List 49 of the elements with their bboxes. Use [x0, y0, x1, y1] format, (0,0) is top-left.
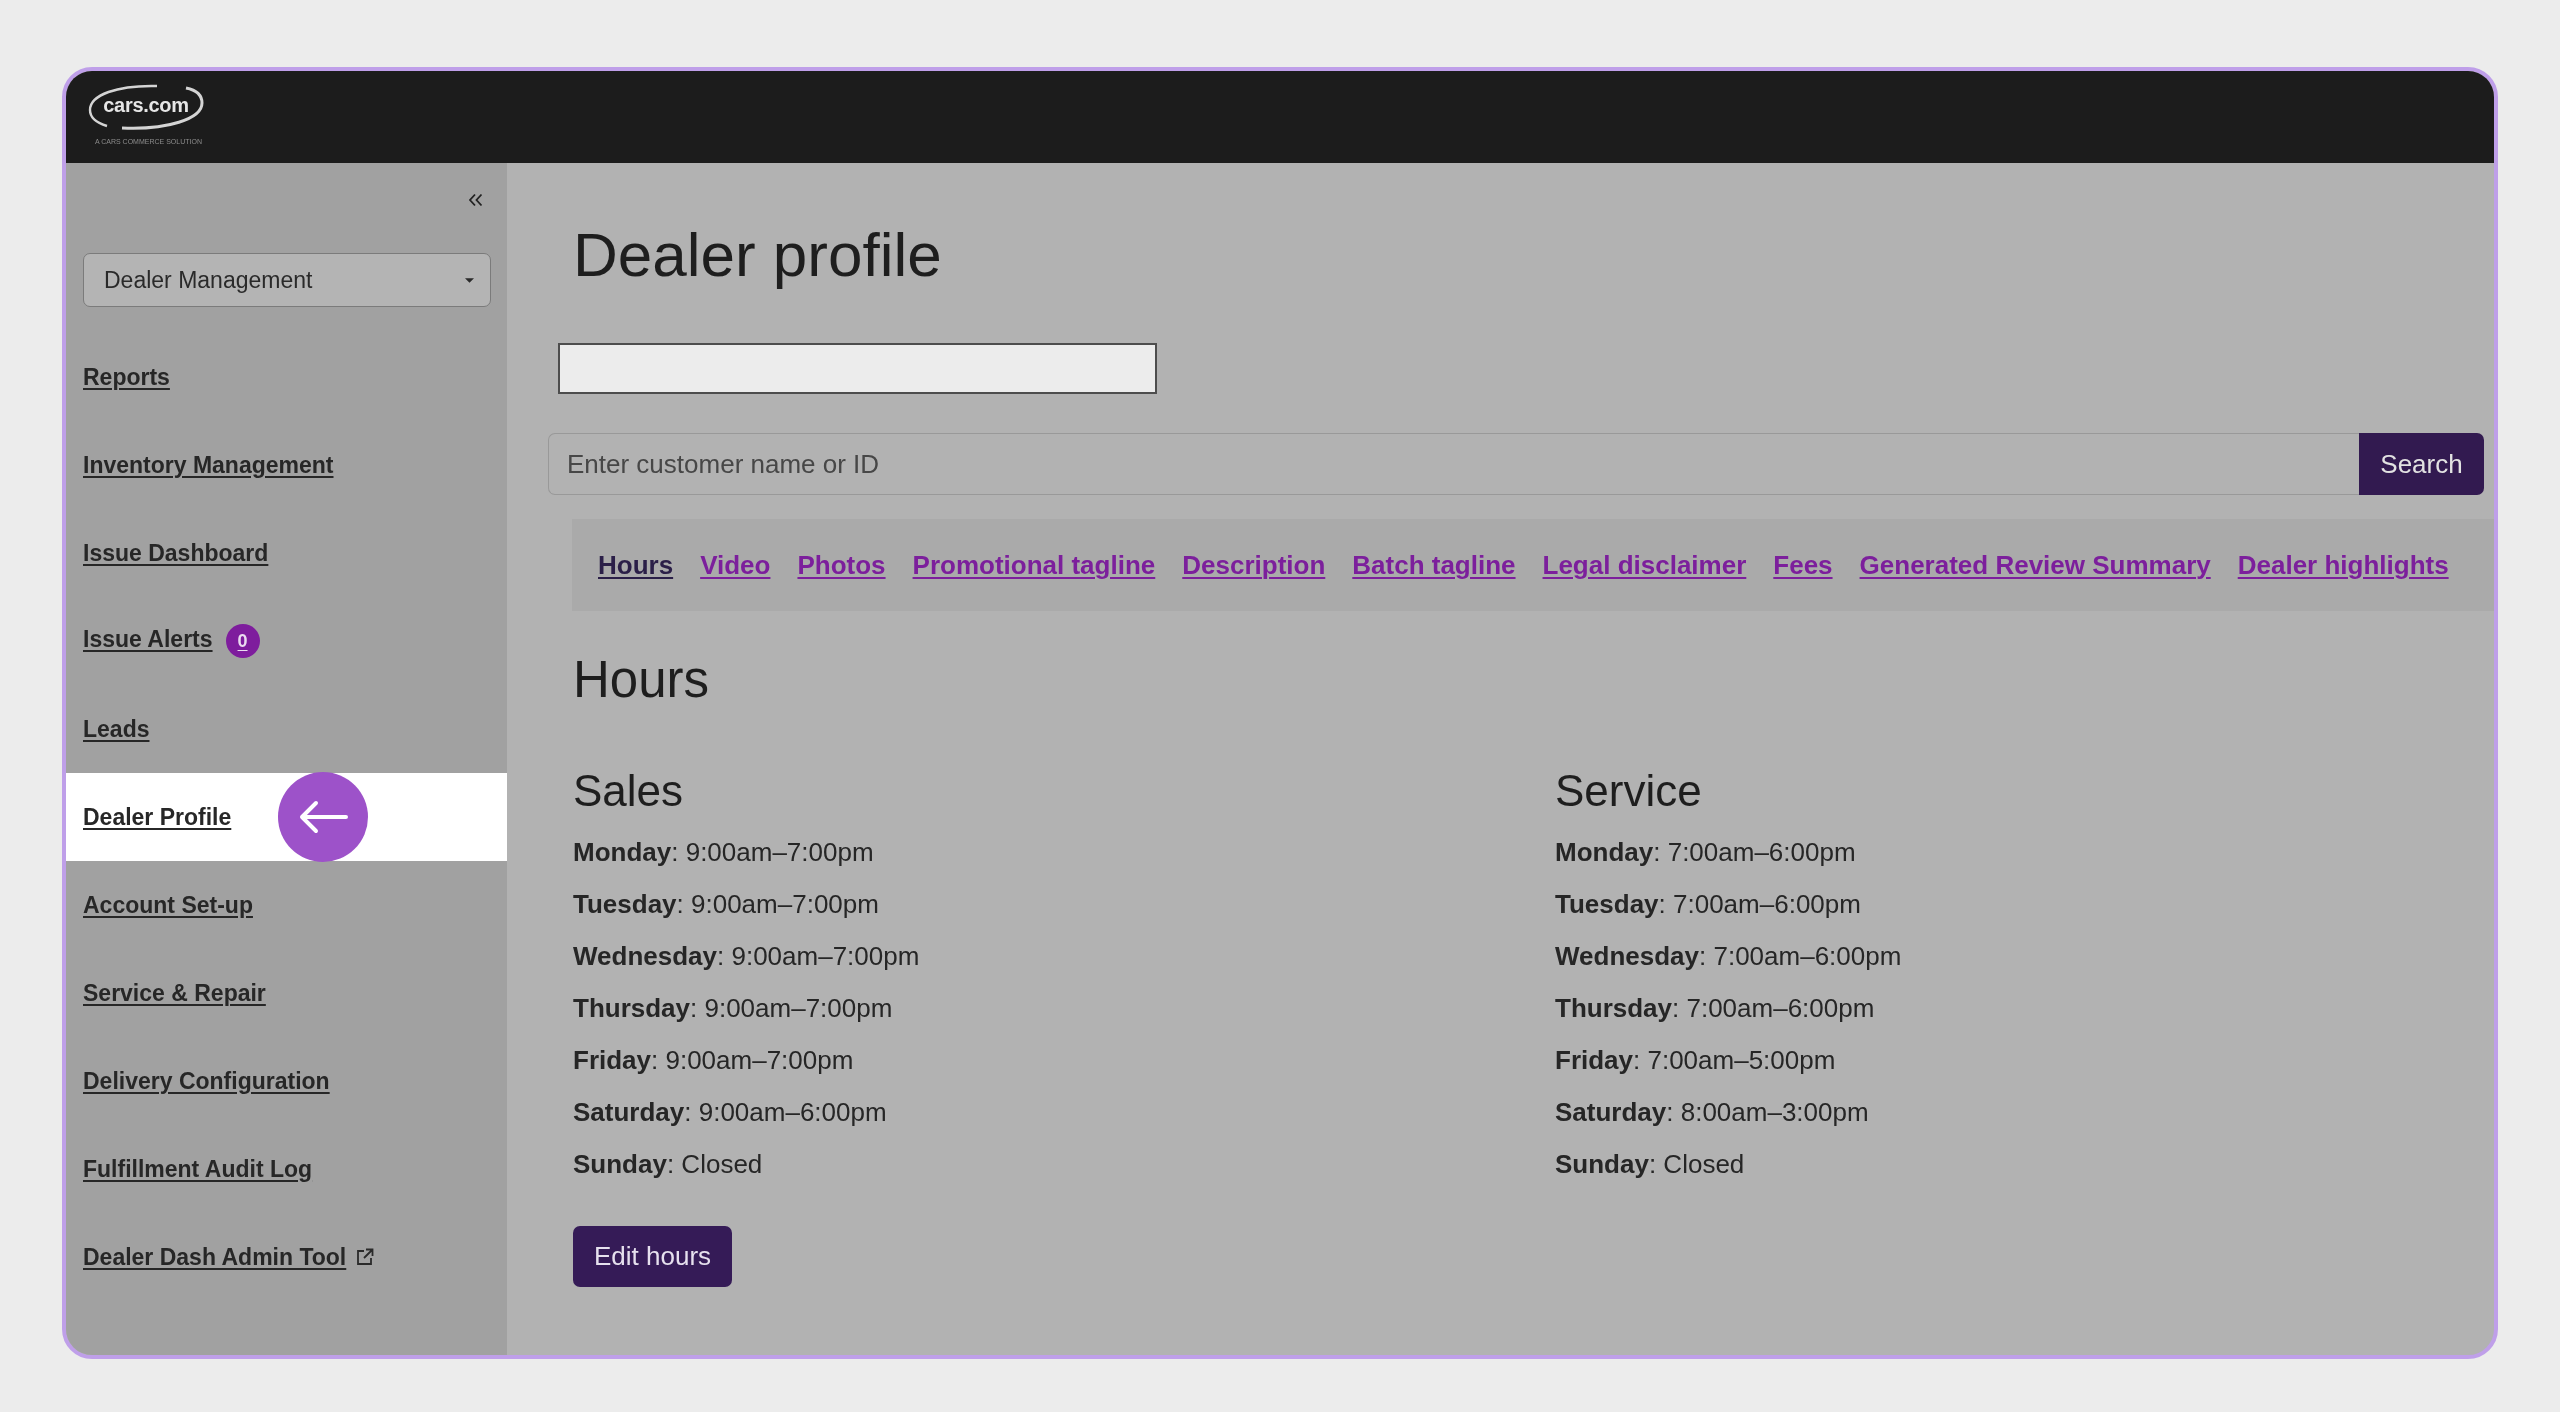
sidebar-link[interactable]: Issue Dashboard: [83, 539, 269, 567]
sidebar-link[interactable]: Issue Alerts 0: [83, 624, 260, 658]
alert-count-badge: 0: [225, 624, 260, 658]
tab[interactable]: Video: [700, 549, 771, 581]
tab[interactable]: Generated Review Summary: [1859, 549, 2211, 581]
hours-line: Saturday: 9:00am–6:00pm: [573, 1096, 888, 1129]
dropdown[interactable]: Dealer Management: [83, 253, 491, 307]
double-chevron-left-icon[interactable]: [468, 193, 483, 207]
hours-line: Monday: 7:00am–6:00pm: [1555, 836, 1857, 869]
tab[interactable]: Batch tagline: [1352, 549, 1516, 581]
sidebar-link[interactable]: Inventory Management: [83, 451, 334, 479]
sidebar-link[interactable]: Reports: [83, 363, 170, 391]
sidebar-link[interactable]: Delivery Configuration: [83, 1067, 330, 1095]
hours-line: Sunday: Closed: [573, 1148, 764, 1181]
text-input[interactable]: [558, 343, 1157, 394]
hours-line: Friday: 7:00am–5:00pm: [1555, 1044, 1837, 1077]
hours-line: Sunday: Closed: [1555, 1148, 1746, 1181]
schedule-heading: Service: [1555, 765, 1703, 817]
edit-hours-button[interactable]: Edit hours: [573, 1226, 733, 1287]
schedule-heading: Sales: [573, 765, 685, 817]
hours-line: Tuesday: 7:00am–6:00pm: [1555, 888, 1862, 921]
hours-line: Friday: 9:00am–7:00pm: [573, 1044, 855, 1077]
logo-wordmark: cars.com: [103, 94, 189, 116]
tab[interactable]: Legal disclaimer: [1542, 549, 1747, 581]
sidebar-link[interactable]: Leads: [83, 715, 150, 743]
page-title: Dealer profile: [573, 219, 943, 291]
tab[interactable]: Description: [1182, 549, 1326, 581]
search-button[interactable]: Search: [2359, 433, 2484, 495]
tab[interactable]: Promotional tagline: [912, 549, 1156, 581]
hours-line: Wednesday: 9:00am–7:00pm: [573, 940, 921, 973]
tab[interactable]: Photos: [797, 549, 886, 581]
hours-line: Thursday: 9:00am–7:00pm: [573, 992, 894, 1025]
tab[interactable]: Fees: [1773, 549, 1833, 581]
hours-line: Wednesday: 7:00am–6:00pm: [1555, 940, 1903, 973]
sidebar-link[interactable]: Account Set-up: [83, 891, 253, 919]
caret-down-icon: [465, 277, 474, 283]
sidebar-link[interactable]: Dealer Profile: [83, 803, 232, 831]
hours-line: Thursday: 7:00am–6:00pm: [1555, 992, 1876, 1025]
search-field[interactable]: Enter customer name or ID: [548, 433, 2359, 495]
hours-line: Saturday: 8:00am–3:00pm: [1555, 1096, 1870, 1129]
logo-swoosh-icon: [87, 83, 205, 130]
section-heading: Hours: [573, 650, 711, 710]
sidebar-link[interactable]: Service & Repair: [83, 979, 266, 1007]
tab[interactable]: Hours: [598, 549, 674, 581]
hours-line: Monday: 9:00am–7:00pm: [573, 836, 875, 869]
hours-line: Tuesday: 9:00am–7:00pm: [573, 888, 880, 921]
sidebar-link[interactable]: Dealer Dash Admin Tool: [83, 1243, 376, 1271]
sidebar-link[interactable]: Fulfillment Audit Log: [83, 1155, 313, 1183]
tab[interactable]: Dealer highlights: [2237, 549, 2449, 581]
